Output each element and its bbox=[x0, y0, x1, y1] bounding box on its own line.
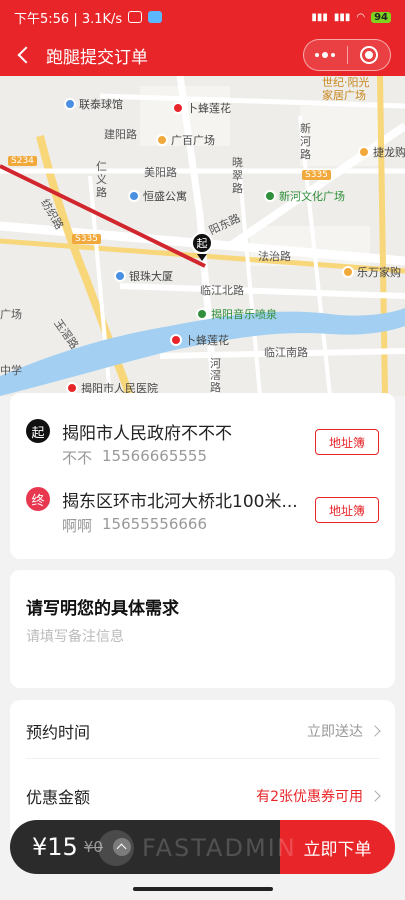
poi-xinhe-plaza: 新河文化广场 bbox=[264, 188, 345, 204]
label-jianyang: 建阳路 bbox=[104, 128, 137, 141]
schedule-time-label: 预约时间 bbox=[26, 722, 91, 742]
cloud-icon bbox=[148, 11, 163, 23]
schedule-time-value: 立即送达 bbox=[307, 723, 363, 740]
store-icon bbox=[172, 102, 184, 114]
pickup-phone: 15566665555 bbox=[102, 447, 207, 465]
label-shijiyangguang: 世纪·阳光 家居广场 bbox=[322, 76, 370, 102]
current-price: ¥15 bbox=[32, 833, 78, 861]
discount-label: 优惠金额 bbox=[26, 788, 91, 807]
start-badge: 起 bbox=[26, 419, 50, 443]
price-area: ¥15 ¥0 FASTADMIN bbox=[10, 820, 295, 874]
poi-music-fountain: 揭阳音乐喷泉 bbox=[196, 306, 277, 322]
back-arrow-icon[interactable] bbox=[14, 45, 34, 65]
label-xinhe-road: 新 河 路 bbox=[300, 122, 311, 161]
remark-input[interactable] bbox=[26, 624, 376, 650]
status-bar: 下午5:56 | 3.1K/s ▮▮▮ ▮▮▮ ◠ 94 bbox=[0, 0, 405, 34]
watermark: FASTADMIN bbox=[98, 830, 297, 866]
road-badge-s335-a: S335 bbox=[72, 234, 101, 244]
pin-tail bbox=[197, 254, 207, 261]
discount-row[interactable]: 优惠金额 有2张优惠券可用 bbox=[26, 768, 381, 824]
end-badge: 终 bbox=[26, 487, 50, 511]
park-icon-2 bbox=[196, 308, 208, 320]
poi-hengsheng: 恒盛公寓 bbox=[128, 188, 187, 204]
pickup-address-row[interactable]: 起 揭阳市人民政府不不不 不不 15566665555 地址簿 bbox=[10, 409, 395, 479]
alarm-icon bbox=[128, 11, 143, 23]
shopping-icon-2 bbox=[358, 146, 370, 158]
poi-lianjia: 联泰球馆 bbox=[64, 96, 123, 112]
coupon-available-text: 有2张优惠券可用 bbox=[256, 789, 363, 805]
route-map[interactable]: 联泰球馆 卜蜂莲花 世纪·阳光 家居广场 建阳路 广百广场 新 河 路 捷龙购 … bbox=[0, 76, 405, 396]
page-title: 跑腿提交订单 bbox=[46, 47, 148, 68]
battery-indicator: 94 bbox=[371, 11, 391, 23]
label-renyi: 仁 义 路 bbox=[96, 160, 107, 199]
watermark-logo-icon bbox=[98, 830, 134, 866]
status-right: ▮▮▮ ▮▮▮ ◠ 94 bbox=[311, 11, 391, 23]
pickup-contact: 不不 15566665555 bbox=[62, 447, 207, 468]
dropoff-phone: 15655556666 bbox=[102, 515, 207, 533]
wifi-icon: ◠ bbox=[356, 11, 366, 23]
label-hengjiao: 河 滘 路 bbox=[210, 357, 221, 394]
poi-bufeng-2: 卜蜂莲花 bbox=[170, 332, 229, 348]
more-dots-icon bbox=[315, 51, 336, 58]
shopping-icon bbox=[156, 134, 168, 146]
pickup-address: 揭阳市人民政府不不不 bbox=[62, 424, 232, 444]
dropoff-address-book-button[interactable]: 地址簿 bbox=[315, 497, 379, 523]
sports-icon bbox=[64, 98, 76, 110]
poi-jiefang: 捷龙购 bbox=[358, 144, 405, 160]
dropoff-address: 揭东区环市北河大桥北100米... bbox=[62, 492, 298, 512]
dropoff-address-row[interactable]: 终 揭东区环市北河大桥北100米... 啊啊 15655556666 地址簿 bbox=[10, 477, 395, 547]
start-location-pin[interactable]: 起 bbox=[191, 232, 213, 261]
options-card: 预约时间 立即送达 优惠金额 有2张优惠券可用 bbox=[10, 700, 395, 840]
label-guang: 广场 bbox=[0, 308, 22, 321]
address-card: 起 揭阳市人民政府不不不 不不 15566665555 地址簿 终 揭东区环市北… bbox=[10, 393, 395, 559]
signal-icon-2: ▮▮▮ bbox=[333, 11, 351, 23]
nav-header: 跑腿提交订单 bbox=[0, 34, 405, 76]
signal-icon: ▮▮▮ bbox=[311, 11, 328, 23]
store-icon-2 bbox=[170, 334, 182, 346]
label-meiyang: 美阳路 bbox=[144, 166, 177, 179]
close-mini-program-button[interactable] bbox=[348, 40, 391, 70]
home-indicator bbox=[133, 887, 273, 891]
schedule-time-row[interactable]: 预约时间 立即送达 bbox=[26, 703, 381, 759]
label-linjiangnan: 临江南路 bbox=[264, 346, 308, 359]
building-icon bbox=[128, 190, 140, 202]
mini-program-capsule bbox=[303, 39, 391, 71]
pickup-address-book-button[interactable]: 地址簿 bbox=[315, 429, 379, 455]
status-left: 下午5:56 | 3.1K/s bbox=[14, 8, 163, 27]
more-button[interactable] bbox=[304, 40, 347, 70]
watermark-text: FASTADMIN bbox=[142, 834, 297, 862]
poi-yinzhu: 银珠大厦 bbox=[114, 268, 173, 284]
pickup-name: 不不 bbox=[62, 449, 93, 467]
poi-bufeng-1: 卜蜂莲花 bbox=[172, 100, 231, 116]
poi-guangbai: 广百广场 bbox=[156, 132, 215, 148]
building-icon-2 bbox=[114, 270, 126, 282]
label-fazhi: 法治路 bbox=[258, 250, 291, 263]
label-zhongxue: 中学 bbox=[0, 364, 22, 377]
chevron-right-icon bbox=[369, 724, 381, 737]
park-icon bbox=[264, 190, 276, 202]
requirement-title: 请写明您的具体需求 bbox=[26, 599, 179, 619]
road-badge-s335-b: S335 bbox=[302, 170, 331, 180]
shopping-icon-3 bbox=[342, 266, 354, 278]
checkout-bar: ¥15 ¥0 FASTADMIN 立即下单 bbox=[10, 820, 395, 874]
status-time: 下午5:56 | 3.1K/s bbox=[14, 11, 123, 27]
dropoff-name: 啊啊 bbox=[62, 517, 93, 535]
chevron-right-icon-2 bbox=[369, 790, 381, 802]
label-linjiangbei: 临江北路 bbox=[200, 284, 244, 297]
label-xiaocui: 晓 翠 路 bbox=[232, 156, 243, 195]
dropoff-contact: 啊啊 15655556666 bbox=[62, 515, 207, 536]
target-icon bbox=[359, 46, 378, 64]
place-order-button[interactable]: 立即下单 bbox=[280, 820, 395, 874]
poi-lewan: 乐万家购 bbox=[342, 264, 401, 280]
road-badge-s234: S234 bbox=[8, 156, 37, 166]
pin-label: 起 bbox=[191, 232, 213, 254]
requirement-card: 请写明您的具体需求 bbox=[10, 570, 395, 688]
